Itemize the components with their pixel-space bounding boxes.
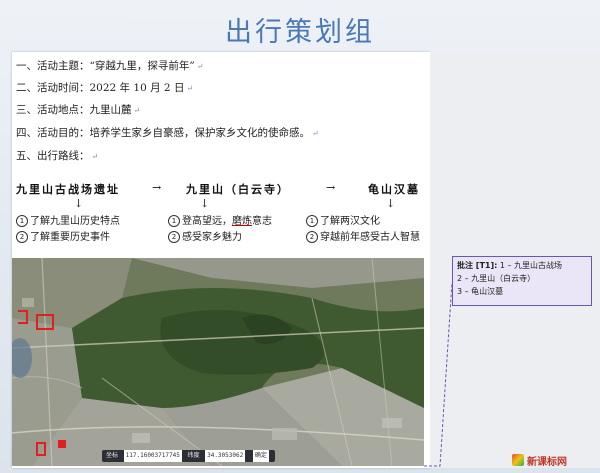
circled-number-icon: 2 bbox=[168, 231, 180, 243]
circled-number-icon: 2 bbox=[16, 231, 28, 243]
comment-text: 3 – 龟山汉墓 bbox=[457, 287, 504, 296]
comment-balloon[interactable]: 批注 [T1]: 1 – 九里山古战场 2 – 九里山（白云寺） 3 – 龟山汉… bbox=[452, 256, 592, 306]
map-marker-3[interactable] bbox=[36, 442, 46, 456]
coord-y-field[interactable]: 34.3053062 bbox=[205, 450, 246, 462]
doc-line-purpose: 四、活动目的：培养学生家乡自豪感，保护家乡文化的使命感。 ↵ bbox=[16, 125, 319, 140]
satellite-map[interactable]: 坐标 117.16003717745 纬度 34.3053062 确定 bbox=[12, 258, 424, 466]
map-marker-4[interactable] bbox=[58, 440, 66, 448]
item-text: 了解重要历史事件 bbox=[30, 232, 110, 243]
doc-line-text: 一、活动主题：“穿越九里，探寻前年” bbox=[16, 60, 195, 72]
slide-title: 出行策划组 bbox=[225, 17, 375, 48]
doc-line-place: 三、活动地点：九里山麓 ↵ bbox=[16, 102, 140, 117]
paragraph-mark-icon: ↵ bbox=[186, 84, 194, 93]
comment-row-1: 批注 [T1]: 1 – 九里山古战场 bbox=[457, 259, 587, 272]
doc-line-text: 五、出行路线： bbox=[16, 150, 90, 162]
stop2-item-1: 1 登高望远，磨炼意志 bbox=[168, 212, 272, 227]
down-arrow-icon: ↓ bbox=[200, 197, 210, 210]
stop3-item-1: 1 了解两汉文化 bbox=[306, 212, 380, 227]
map-coordinate-bar: 坐标 117.16003717745 纬度 34.3053062 确定 bbox=[102, 450, 275, 462]
item-text-underlined: 磨炼 bbox=[232, 216, 252, 227]
circled-number-icon: 1 bbox=[168, 215, 180, 227]
doc-line-theme: 一、活动主题：“穿越九里，探寻前年” ↵ bbox=[16, 58, 203, 73]
doc-line-route: 五、出行路线： ↵ bbox=[16, 148, 98, 163]
coord-label: 坐标 bbox=[106, 452, 119, 459]
map-marker-1[interactable] bbox=[36, 314, 54, 330]
comment-text: 1 – 九里山古战场 bbox=[499, 261, 563, 270]
route-stop-1: 九里山古战场遗址 bbox=[16, 183, 120, 196]
watermark-text: 新课标网 bbox=[527, 456, 567, 468]
item-text: 了解九里山历史特点 bbox=[30, 216, 120, 227]
down-arrow-icon: ↓ bbox=[74, 197, 84, 210]
doc-line-text: 二、活动时间：2022 年 10 月 2 日 bbox=[16, 82, 185, 94]
route-arrow-icon: → bbox=[326, 181, 336, 194]
doc-line-text: 三、活动地点：九里山麓 bbox=[16, 104, 132, 116]
stop2-item-2: 2 感受家乡魅力 bbox=[168, 228, 242, 243]
paragraph-mark-icon: ↵ bbox=[133, 106, 141, 115]
watermark: 新课标网 bbox=[512, 451, 594, 469]
item-text: 感受家乡魅力 bbox=[182, 232, 242, 243]
route-stop-2: 九里山（白云寺） bbox=[186, 183, 290, 196]
paragraph-mark-icon: ↵ bbox=[91, 152, 99, 161]
stop1-item-1: 1 了解九里山历史特点 bbox=[16, 212, 120, 227]
paragraph-mark-icon: ↵ bbox=[312, 129, 319, 138]
route-stop-3: 龟山汉墓 bbox=[368, 183, 420, 196]
item-text: 了解两汉文化 bbox=[320, 216, 380, 227]
doc-line-text: 四、活动目的：培养学生家乡自豪感，保护家乡文化的使命感。 bbox=[16, 127, 310, 139]
down-arrow-icon: ↓ bbox=[386, 197, 396, 210]
circled-number-icon: 1 bbox=[16, 215, 28, 227]
item-text: 穿越前年感受古人智慧 bbox=[320, 232, 420, 243]
site-logo-icon bbox=[512, 454, 524, 466]
coord-y-label: 纬度 bbox=[187, 452, 200, 459]
route-arrow-icon: → bbox=[152, 181, 162, 194]
stop1-item-2: 2 了解重要历史事件 bbox=[16, 228, 110, 243]
item-text: 登高望远， bbox=[182, 216, 232, 227]
map-imagery bbox=[12, 258, 424, 466]
paragraph-mark-icon: ↵ bbox=[196, 62, 204, 71]
coord-confirm-button[interactable]: 确定 bbox=[252, 450, 269, 462]
circled-number-icon: 1 bbox=[306, 215, 318, 227]
circled-number-icon: 2 bbox=[306, 231, 318, 243]
stop3-item-2: 2 穿越前年感受古人智慧 bbox=[306, 228, 420, 243]
comment-label: 批注 [T1]: bbox=[457, 261, 498, 270]
comment-text: 2 – 九里山（白云寺） bbox=[457, 274, 536, 283]
doc-line-time: 二、活动时间：2022 年 10 月 2 日 ↵ bbox=[16, 80, 193, 95]
coord-x-field[interactable]: 117.16003717745 bbox=[123, 450, 182, 462]
map-marker-2[interactable] bbox=[18, 310, 28, 324]
item-text: 意志 bbox=[252, 216, 272, 227]
